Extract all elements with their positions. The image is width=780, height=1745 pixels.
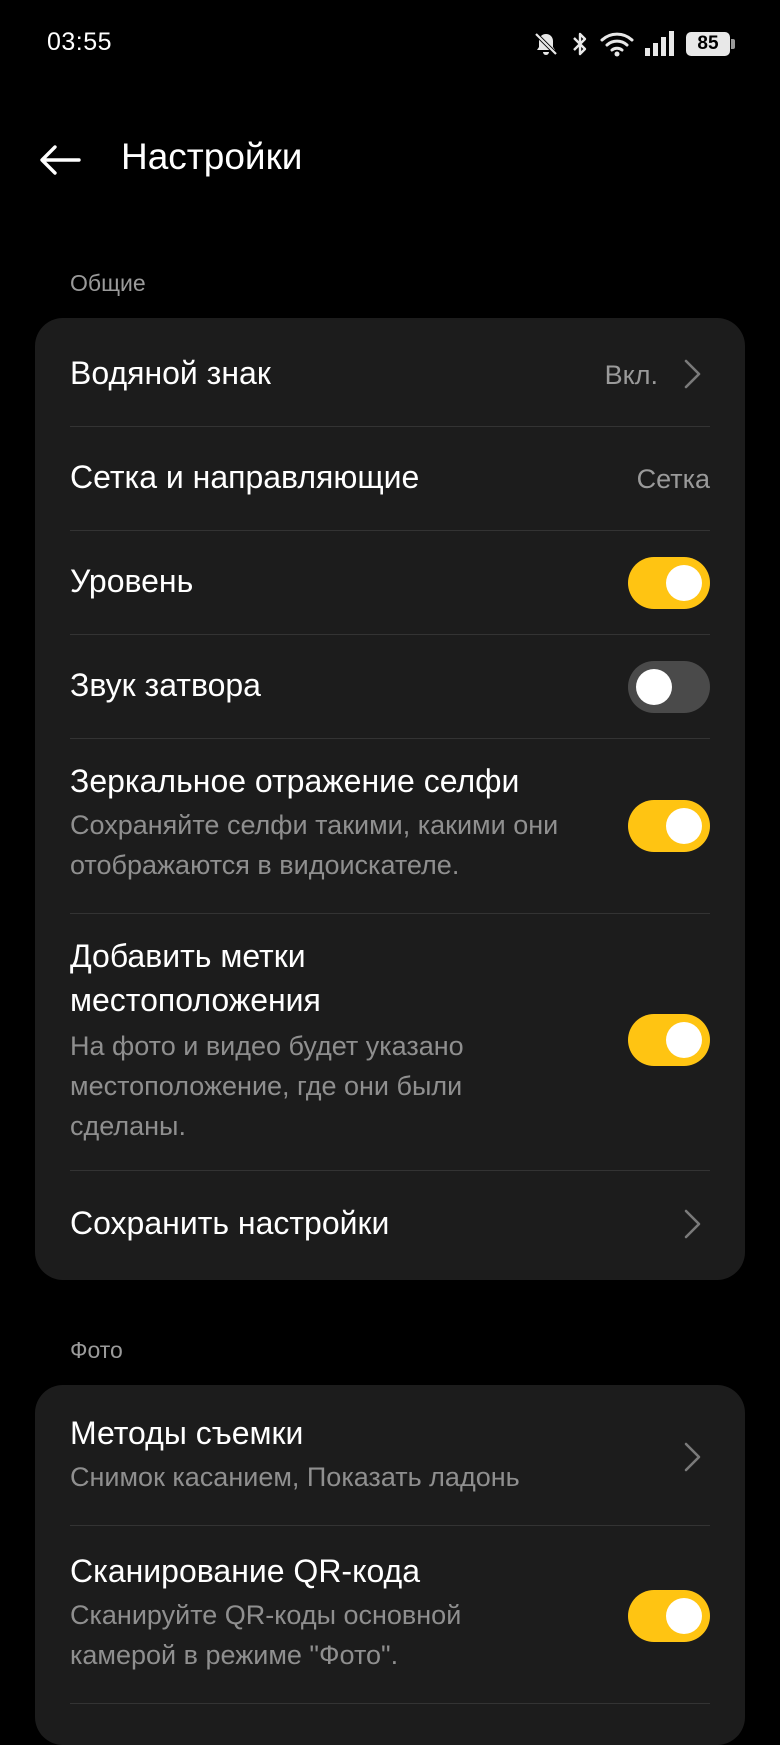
setting-grid-title: Сетка и направляющие	[70, 459, 420, 495]
setting-shooting-methods-title: Методы съемки	[70, 1415, 304, 1451]
setting-grid-value: Сетка	[636, 464, 710, 494]
setting-level-title: Уровень	[70, 563, 194, 599]
setting-location-tags-title-line2: местоположения	[70, 982, 321, 1018]
photo-settings-card: Методы съемки Снимок касанием, Показать …	[35, 1385, 745, 1745]
chevron-right-icon	[684, 1442, 701, 1472]
battery-icon: 85	[686, 32, 735, 56]
page-title: Настройки	[121, 136, 303, 177]
toggle-knob	[636, 669, 672, 705]
battery-level: 85	[697, 33, 719, 54]
setting-location-tags-title-line1: Добавить метки	[70, 938, 306, 974]
setting-level[interactable]: Уровень	[70, 531, 710, 635]
setting-save-settings-title: Сохранить настройки	[70, 1205, 390, 1241]
wifi-icon	[600, 30, 634, 58]
toggle-knob	[666, 1022, 702, 1058]
toggle-knob	[666, 808, 702, 844]
setting-qr-scan-subtitle: Сканируйте QR-коды основной камерой в ре…	[70, 1600, 462, 1670]
setting-watermark[interactable]: Водяной знак Вкл.	[70, 318, 710, 428]
status-icons: 85	[532, 26, 736, 62]
toggle-knob	[666, 1598, 702, 1634]
app-header: Настройки	[0, 110, 780, 210]
signal-icon	[644, 30, 676, 58]
shutter-sound-toggle[interactable]	[628, 661, 710, 713]
qr-scan-toggle[interactable]	[628, 1590, 710, 1642]
setting-shutter-sound-title: Звук затвора	[70, 667, 261, 703]
setting-mirror-selfie[interactable]: Зеркальное отражение селфи Сохраняйте се…	[70, 739, 710, 913]
general-settings-card: Водяной знак Вкл. Сетка и направляющие С…	[35, 318, 745, 1280]
bell-muted-icon	[532, 30, 560, 58]
setting-watermark-value: Вкл.	[604, 360, 658, 390]
mirror-selfie-toggle[interactable]	[628, 800, 710, 852]
setting-watermark-title: Водяной знак	[70, 355, 271, 391]
setting-mirror-selfie-subtitle: Сохраняйте селфи такими, какими они отоб…	[70, 810, 559, 880]
back-arrow-icon	[40, 145, 81, 175]
setting-grid[interactable]: Сетка и направляющие Сетка	[70, 427, 710, 531]
setting-shooting-methods-subtitle: Снимок касанием, Показать ладонь	[70, 1462, 520, 1492]
divider	[70, 1703, 710, 1704]
back-button[interactable]	[30, 130, 90, 190]
location-tags-toggle[interactable]	[628, 1014, 710, 1066]
setting-shooting-methods[interactable]: Методы съемки Снимок касанием, Показать …	[70, 1385, 710, 1525]
status-bar: 03:55 85	[0, 0, 780, 90]
chevron-right-icon	[684, 1209, 701, 1239]
setting-location-tags-subtitle: На фото и видео будет указано местополож…	[70, 1031, 464, 1141]
setting-shutter-sound[interactable]: Звук затвора	[70, 635, 710, 739]
setting-save-settings[interactable]: Сохранить настройки	[70, 1171, 710, 1277]
setting-location-tags[interactable]: Добавить метки местоположения На фото и …	[70, 914, 710, 1170]
chevron-right-icon	[684, 359, 701, 389]
toggle-knob	[666, 565, 702, 601]
level-toggle[interactable]	[628, 557, 710, 609]
setting-qr-scan-title: Сканирование QR-кода	[70, 1553, 420, 1589]
bluetooth-icon	[570, 30, 590, 58]
status-time: 03:55	[47, 28, 113, 56]
section-label-photo: Фото	[70, 1337, 123, 1363]
section-label-general: Общие	[70, 270, 146, 296]
setting-qr-scan[interactable]: Сканирование QR-кода Сканируйте QR-коды …	[70, 1526, 710, 1704]
setting-mirror-selfie-title: Зеркальное отражение селфи	[70, 763, 520, 799]
